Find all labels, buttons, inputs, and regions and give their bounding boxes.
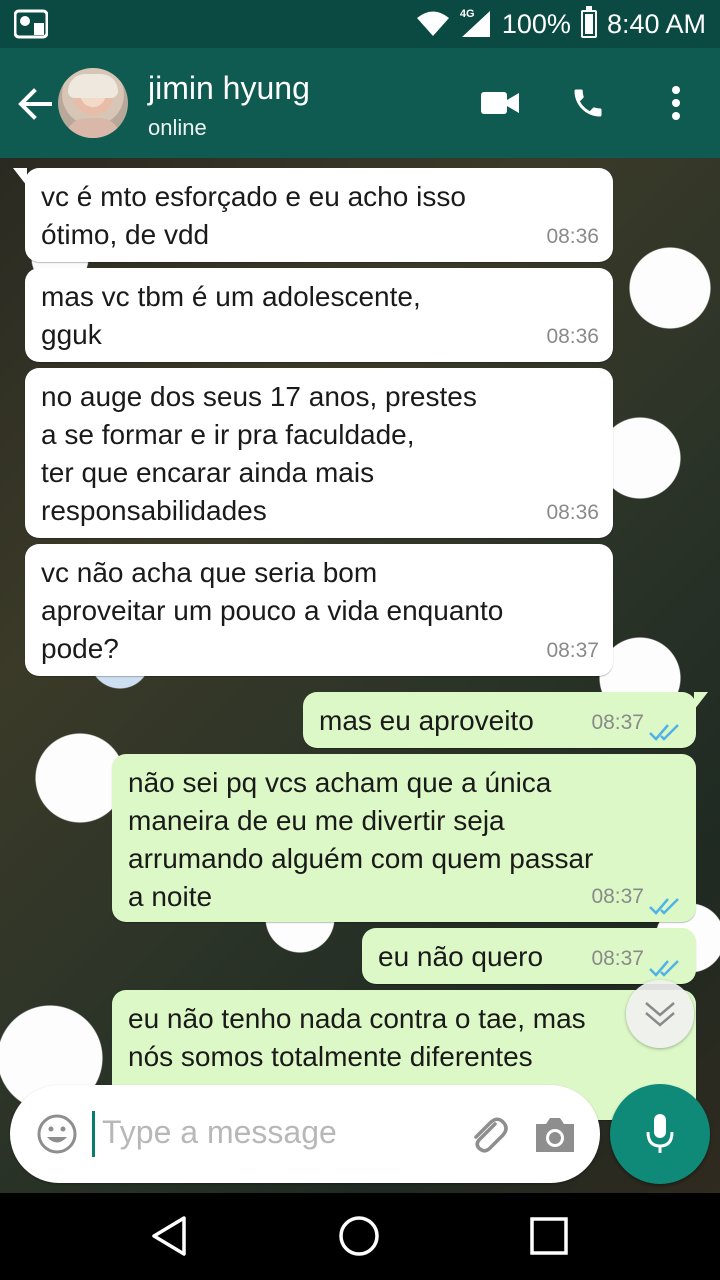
nav-back-button[interactable] [144,1211,194,1261]
battery-icon [580,6,597,38]
wifi-icon [416,11,450,37]
signal-icon: 4G [459,8,492,38]
more-options-button[interactable] [651,78,701,128]
chat-header: jimin hyung online [0,48,720,158]
message-time: 08:37 [591,711,644,734]
sim-notification-icon [14,9,48,39]
message-bubble-outgoing[interactable]: eu não quero 08:37 [362,928,696,984]
message-composer[interactable]: Type a message [10,1085,600,1183]
read-ticks-icon [649,960,679,977]
network-type: 4G [459,8,475,20]
contact-name[interactable]: jimin hyung [148,70,310,107]
attach-icon[interactable] [465,1112,511,1158]
message-time: 08:36 [546,325,599,348]
camera-icon[interactable] [532,1112,578,1158]
message-text: eu não tenho nada contra o tae, mas nós … [128,1003,586,1072]
back-arrow-icon[interactable] [14,84,54,124]
message-bubble-incoming[interactable]: vc não acha que seria bom aproveitar um … [25,544,613,676]
message-text: mas vc tbm é um adolescente, gguk [41,281,421,350]
message-text: mas eu aproveito [319,705,534,736]
message-bubble-incoming[interactable]: vc é mto esforçado e eu acho isso ótimo,… [13,168,613,262]
clock: 8:40 AM [606,8,706,39]
video-call-icon [481,92,519,114]
status-bar: 4G 100% 8:40 AM [0,0,720,48]
battery-percent: 100% [501,8,571,39]
voice-call-button[interactable] [563,78,613,128]
message-time: 08:37 [591,885,644,908]
message-text: no auge dos seus 17 anos, prestes a se f… [41,381,477,526]
emoji-icon[interactable] [36,1113,78,1155]
contact-status: online [148,115,207,140]
message-time: 08:36 [546,225,599,248]
avatar[interactable] [58,68,128,138]
message-time: 08:36 [546,501,599,524]
message-time: 08:37 [546,639,599,662]
read-ticks-icon [649,724,679,741]
text-caret [92,1111,95,1157]
message-time: 08:37 [591,947,644,970]
scroll-down-button[interactable] [626,980,694,1048]
message-text: eu não quero [378,941,544,972]
nav-recents-button[interactable] [524,1211,574,1261]
nav-home-button[interactable] [334,1211,384,1261]
chat-area[interactable]: vc é mto esforçado e eu acho isso ótimo,… [0,158,720,1193]
more-vert-icon [672,86,680,120]
nav-home-icon [339,1216,379,1256]
mic-icon [646,1114,674,1153]
nav-back-icon [152,1216,186,1256]
message-text: vc não acha que seria bom aproveitar um … [41,557,504,664]
scroll-down-icon [645,1002,675,1027]
video-call-button[interactable] [475,78,525,128]
message-text: vc é mto esforçado e eu acho isso ótimo,… [41,181,466,250]
message-bubble-outgoing[interactable]: mas eu aproveito 08:37 [303,692,708,748]
message-bubble-outgoing[interactable]: não sei pq vcs acham que a única maneira… [112,754,696,922]
message-input[interactable]: Type a message [102,1114,337,1151]
nav-recents-icon [530,1217,568,1255]
message-bubble-incoming[interactable]: no auge dos seus 17 anos, prestes a se f… [25,368,613,538]
message-bubble-incoming[interactable]: mas vc tbm é um adolescente, gguk 08:36 [25,268,613,362]
voice-record-button[interactable] [610,1084,710,1184]
system-nav-bar [0,1193,720,1280]
read-ticks-icon [649,898,679,915]
phone-icon [574,89,602,117]
